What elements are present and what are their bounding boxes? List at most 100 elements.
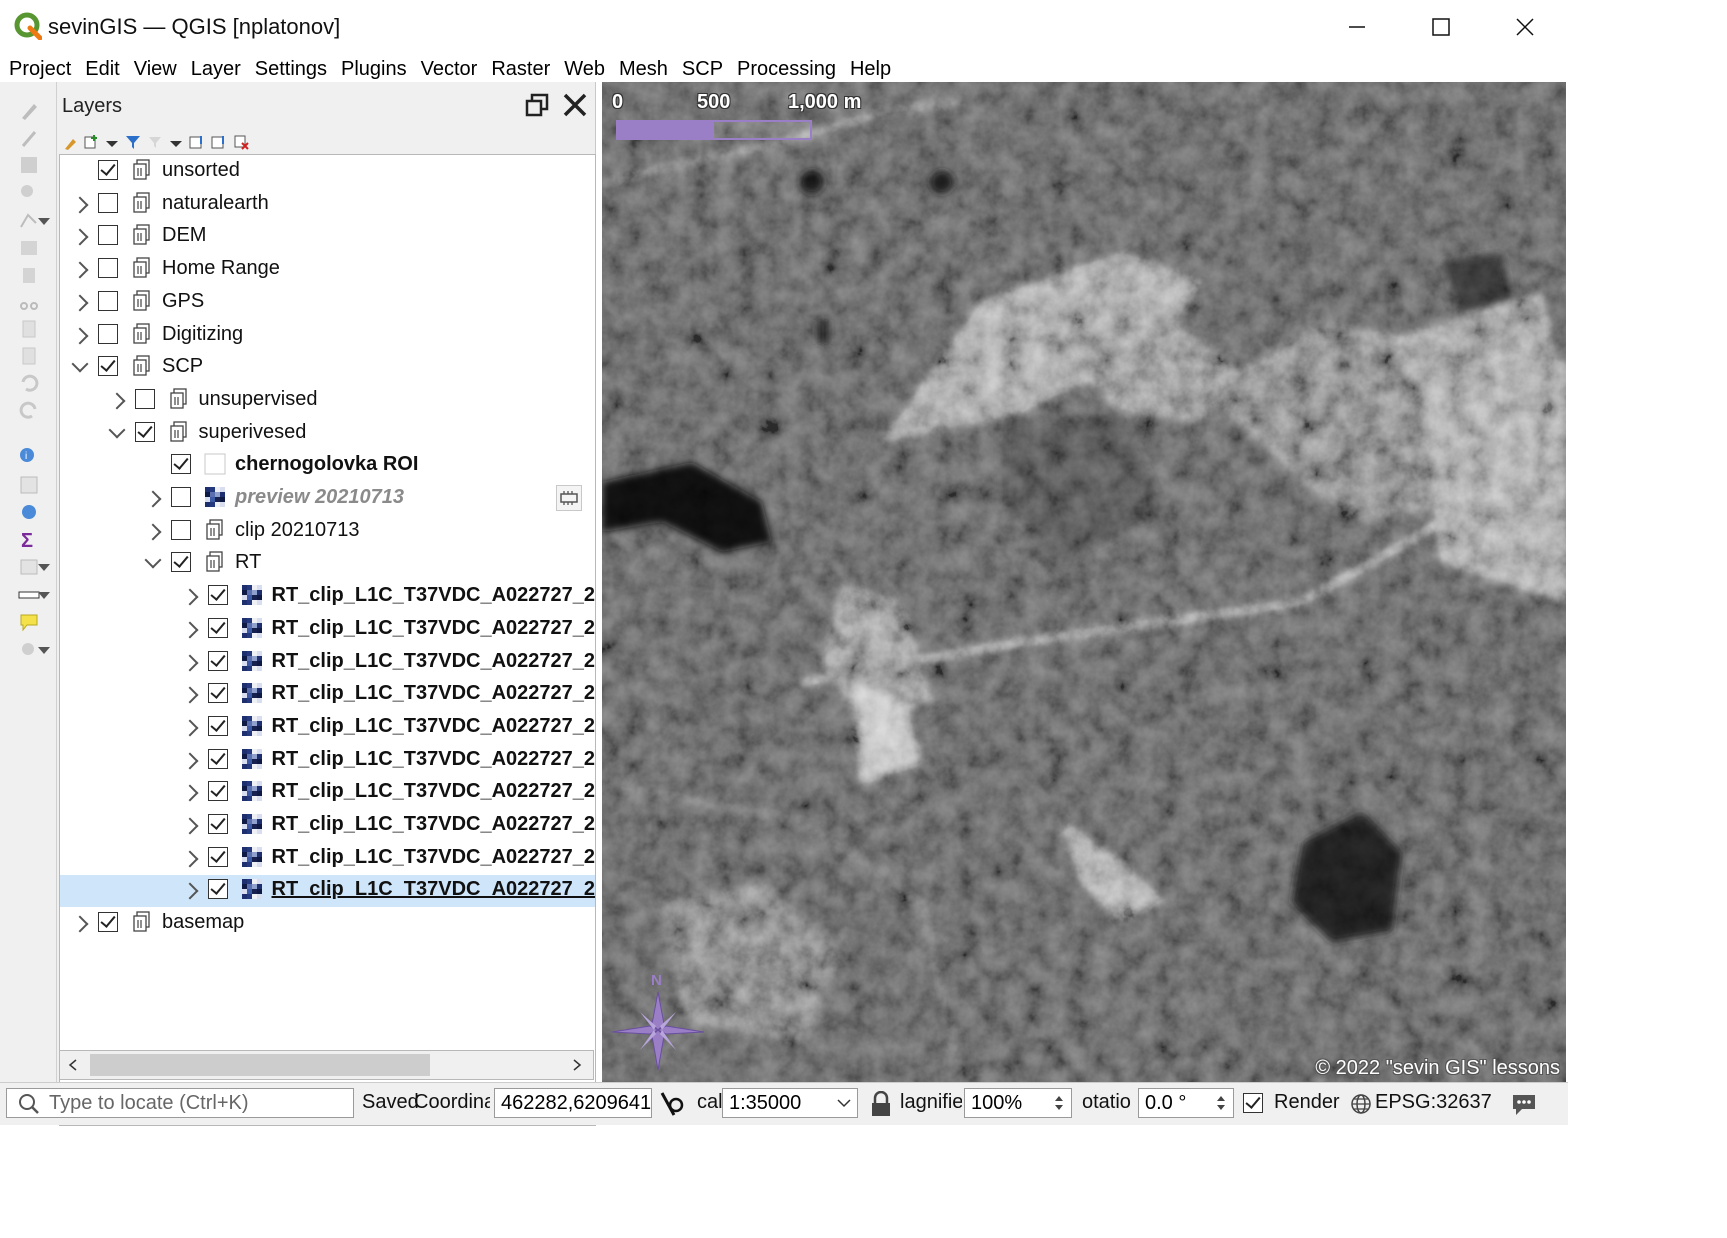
collapse-chevron-icon[interactable] [71, 355, 89, 373]
layer-visibility-checkbox[interactable] [171, 519, 191, 540]
layer-visibility-checkbox[interactable] [207, 814, 228, 834]
layer-visibility-checkbox[interactable] [98, 258, 118, 279]
layer-tree-row[interactable]: Digitizing [60, 320, 595, 352]
layer-visibility-checkbox[interactable] [207, 617, 228, 638]
layer-tree-row[interactable]: GPS [60, 287, 595, 319]
collapse-all-icon[interactable] [211, 134, 227, 150]
layer-tree-row[interactable]: preview 20210713 [60, 483, 595, 515]
layer-visibility-checkbox[interactable] [207, 683, 228, 704]
magnifier-spinbox[interactable]: 100% [964, 1088, 1072, 1118]
layer-tree-row[interactable]: unsorted [60, 156, 595, 188]
layer-visibility-checkbox[interactable] [98, 192, 118, 213]
layer-tree-row[interactable]: unsupervised [60, 385, 595, 417]
vertex-tool-icon[interactable] [18, 209, 40, 231]
delete-selected-icon[interactable] [18, 264, 40, 286]
expand-chevron-icon[interactable] [144, 490, 162, 508]
menu-mesh[interactable]: Mesh [612, 56, 675, 82]
layer-tree-row[interactable]: naturalearth [60, 189, 595, 221]
layer-visibility-checkbox[interactable] [98, 356, 118, 377]
layer-visibility-checkbox[interactable] [207, 715, 228, 736]
add-group-dropdown-icon[interactable] [105, 140, 119, 148]
render-checkbox[interactable] [1243, 1093, 1263, 1113]
layer-tree-row[interactable]: RT_clip_L1C_T37VDC_A022727_2 [60, 679, 595, 711]
layer-tree-row[interactable]: Home Range [60, 254, 595, 286]
expand-chevron-icon[interactable] [181, 850, 198, 868]
layer-tree-row[interactable]: SCP [60, 352, 595, 384]
measure-icon[interactable] [18, 584, 40, 606]
layer-visibility-checkbox[interactable] [207, 879, 228, 900]
menu-scp[interactable]: SCP [675, 56, 730, 82]
cut-icon[interactable] [18, 291, 40, 313]
coordinate-field[interactable]: 462282,6209641 [494, 1088, 652, 1118]
lock-icon[interactable] [870, 1091, 892, 1117]
layer-tree-row[interactable]: RT_clip_L1C_T37VDC_A022727_2 [60, 614, 595, 646]
layer-tree-row[interactable]: DEM [60, 221, 595, 253]
layer-visibility-checkbox[interactable] [98, 323, 118, 344]
spinner-arrows-icon[interactable] [1215, 1093, 1227, 1113]
messages-icon[interactable] [1510, 1091, 1538, 1117]
toggle-extents-icon[interactable] [656, 1089, 686, 1119]
paste-icon[interactable] [18, 345, 40, 367]
layer-visibility-checkbox[interactable] [98, 225, 118, 246]
add-feature-icon[interactable] [18, 182, 40, 204]
expand-chevron-icon[interactable] [181, 752, 198, 770]
menu-view[interactable]: View [127, 56, 184, 82]
layer-tree-row[interactable]: chernogolovka ROI [60, 450, 595, 482]
close-panel-icon[interactable] [562, 92, 588, 118]
processing-toolbox-icon[interactable] [18, 501, 40, 523]
expand-chevron-icon[interactable] [144, 523, 162, 541]
memory-indicator-icon[interactable] [556, 485, 582, 511]
vertex-tool-dropdown-icon[interactable] [38, 218, 50, 225]
identify-icon[interactable]: i [18, 446, 40, 468]
crs-label[interactable]: EPSG:32637 [1375, 1091, 1492, 1114]
modify-attributes-icon[interactable] [18, 237, 40, 259]
expand-chevron-icon[interactable] [71, 196, 89, 214]
copy-icon[interactable] [18, 318, 40, 340]
layer-tree-row[interactable]: RT_clip_L1C_T37VDC_A022727_2 [60, 581, 595, 613]
measure-dropdown-icon[interactable] [38, 592, 50, 599]
spinner-arrows-icon[interactable] [1053, 1093, 1065, 1113]
close-button[interactable] [1483, 0, 1567, 54]
attribute-table-icon[interactable] [18, 474, 40, 496]
layer-visibility-checkbox[interactable] [207, 585, 228, 606]
expand-chevron-icon[interactable] [181, 784, 198, 802]
save-edits-icon[interactable] [18, 154, 40, 176]
layer-tree-row[interactable]: RT_clip_L1C_T37VDC_A022727_2 [60, 712, 595, 744]
field-calculator-dropdown-icon[interactable] [38, 564, 50, 571]
menu-web[interactable]: Web [557, 56, 612, 82]
expand-chevron-icon[interactable] [181, 882, 198, 900]
expand-chevron-icon[interactable] [71, 294, 89, 312]
menu-raster[interactable]: Raster [484, 56, 557, 82]
expand-chevron-icon[interactable] [71, 327, 89, 344]
menu-vector[interactable]: Vector [414, 56, 485, 82]
menu-help[interactable]: Help [843, 56, 898, 82]
scroll-right-icon[interactable] [572, 1059, 582, 1071]
remove-layer-icon[interactable] [233, 134, 249, 150]
layer-tree-row[interactable]: RT_clip_L1C_T37VDC_A022727_2 [60, 810, 595, 842]
scrollbar-thumb[interactable] [90, 1054, 430, 1076]
expand-chevron-icon[interactable] [181, 817, 198, 835]
layer-visibility-checkbox[interactable] [207, 650, 228, 671]
annotation-icon[interactable] [18, 639, 40, 661]
minimize-button[interactable] [1315, 0, 1399, 54]
layer-visibility-checkbox[interactable] [171, 552, 191, 573]
layer-tree-row[interactable]: RT [60, 548, 595, 580]
menu-layer[interactable]: Layer [184, 56, 248, 82]
layer-visibility-checkbox[interactable] [134, 421, 155, 442]
layer-tree-row[interactable]: superivesed [60, 418, 595, 450]
filter-legend-icon[interactable] [125, 134, 141, 150]
layer-tree-row[interactable]: RT_clip_L1C_T37VDC_A022727_2 [60, 843, 595, 875]
layer-tree-row[interactable]: basemap [60, 908, 595, 940]
layer-tree-row[interactable]: clip 20210713 [60, 516, 595, 548]
expand-chevron-icon[interactable] [71, 915, 89, 933]
expand-chevron-icon[interactable] [181, 719, 198, 737]
layer-visibility-checkbox[interactable] [98, 290, 118, 311]
pencil-icon[interactable] [18, 100, 40, 122]
layer-visibility-checkbox[interactable] [207, 781, 228, 802]
map-tips-icon[interactable] [18, 612, 40, 634]
layer-visibility-checkbox[interactable] [134, 388, 155, 409]
globe-icon[interactable] [1350, 1093, 1372, 1115]
statistical-summary-icon[interactable]: Σ [18, 528, 40, 550]
annotation-dropdown-icon[interactable] [38, 647, 50, 654]
menu-processing[interactable]: Processing [730, 56, 843, 82]
